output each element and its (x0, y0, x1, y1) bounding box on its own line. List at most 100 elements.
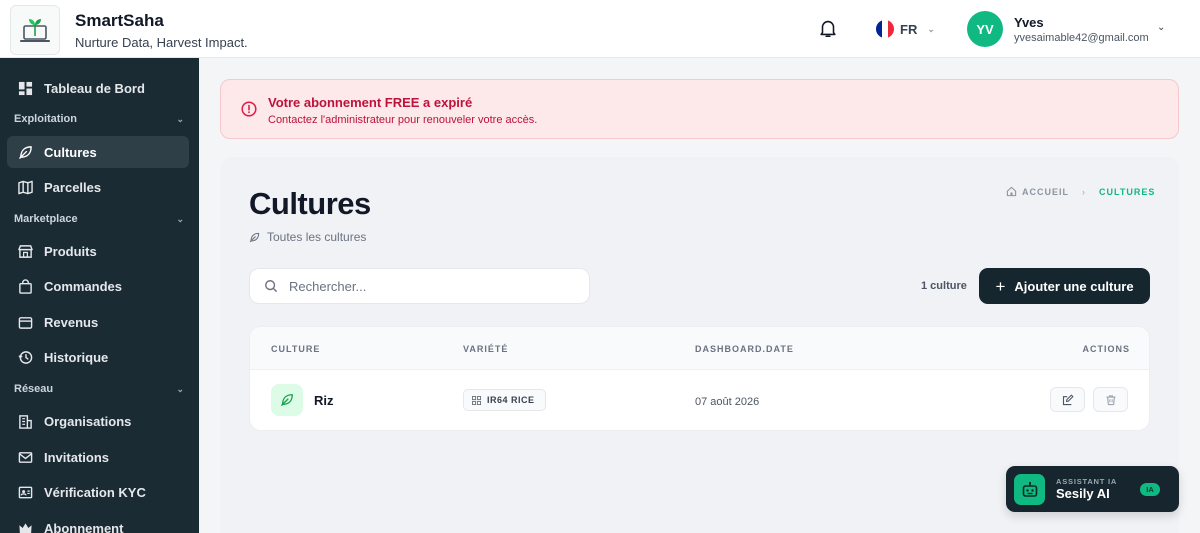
section-label: Réseau (14, 383, 54, 395)
search-input[interactable] (289, 278, 569, 294)
leaf-icon (19, 145, 32, 159)
chevron-down-icon: ⌄ (176, 213, 184, 224)
page-title: Cultures (249, 186, 371, 221)
page-subtitle: Toutes les cultures (249, 230, 366, 244)
sidebar-item-commandes[interactable]: Commandes (7, 270, 189, 302)
alert-circle-icon (241, 101, 257, 117)
add-culture-label: Ajouter une culture (1014, 278, 1134, 294)
user-email: yvesaimable42@gmail.com (1014, 32, 1149, 44)
column-header-actions: ACTIONS (1082, 344, 1130, 354)
breadcrumb-home-label: ACCUEIL (1022, 186, 1069, 197)
chevron-down-icon: ⌄ (927, 23, 935, 34)
language-selector[interactable]: FR ⌄ (876, 20, 935, 38)
subscription-expired-alert: Votre abonnement FREE a expiré Contactez… (220, 79, 1179, 139)
column-header-culture[interactable]: CULTURE (271, 344, 320, 354)
sidebar: Tableau de Bord Exploitation ⌄ Cultures … (0, 58, 199, 533)
sidebar-item-label: Commandes (44, 278, 123, 294)
sidebar-item-abonnement[interactable]: Abonnement (7, 512, 189, 533)
leaf-icon (281, 394, 293, 406)
row-date: 07 août 2026 (695, 396, 760, 408)
grid-icon (472, 395, 481, 405)
crown-icon (19, 522, 32, 533)
plus-icon: + (995, 276, 1006, 296)
sidebar-item-label: Parcelles (44, 179, 102, 195)
alert-message: Contactez l'administrateur pour renouvel… (268, 114, 538, 126)
section-label: Exploitation (14, 113, 77, 125)
bag-icon (19, 278, 32, 294)
mail-icon (18, 451, 33, 463)
sidebar-item-dashboard[interactable]: Tableau de Bord (7, 72, 189, 104)
breadcrumb-separator-icon: › (1082, 186, 1086, 197)
sidebar-item-parcelles[interactable]: Parcelles (7, 171, 189, 203)
france-flag-icon (876, 20, 894, 38)
column-header-variety[interactable]: VARIÉTÉ (463, 344, 508, 354)
chevron-down-icon: ⌄ (176, 383, 184, 394)
user-menu-chevron-icon[interactable]: ⌄ (1157, 22, 1165, 33)
section-reseau[interactable]: Réseau ⌄ (14, 383, 184, 395)
table-row[interactable]: Riz IR64 RICE 07 août 2026 (250, 370, 1149, 430)
cultures-table: CULTURE VARIÉTÉ DASHBOARD.DATE ACTIONS R… (249, 326, 1150, 431)
add-culture-button[interactable]: + Ajouter une culture (979, 268, 1150, 304)
table-header: CULTURE VARIÉTÉ DASHBOARD.DATE ACTIONS (250, 327, 1149, 370)
sidebar-item-label: Revenus (44, 314, 99, 330)
sidebar-item-revenus[interactable]: Revenus (7, 306, 189, 338)
sidebar-item-historique[interactable]: Historique (7, 341, 189, 373)
edit-icon (1062, 394, 1073, 405)
sidebar-item-label: Abonnement (44, 520, 124, 533)
sidebar-item-label: Historique (44, 349, 109, 365)
crop-name: Riz (314, 393, 334, 408)
user-name[interactable]: Yves (1014, 15, 1044, 30)
section-exploitation[interactable]: Exploitation ⌄ (14, 113, 184, 125)
column-header-date[interactable]: DASHBOARD.DATE (695, 344, 794, 354)
assistant-widget[interactable]: ASSISTANT IA Sesily AI IA (1006, 466, 1179, 512)
brand-logo[interactable] (10, 5, 60, 55)
brand-name: SmartSaha (75, 11, 164, 30)
sidebar-item-produits[interactable]: Produits (7, 235, 189, 267)
user-avatar[interactable]: YV (967, 11, 1003, 47)
alert-title: Votre abonnement FREE a expiré (268, 95, 473, 110)
trash-icon (1106, 394, 1115, 405)
breadcrumb-current: CULTURES (1099, 186, 1156, 197)
assistant-label: ASSISTANT IA (1056, 477, 1118, 486)
map-icon (18, 180, 33, 194)
chevron-down-icon: ⌄ (176, 113, 184, 124)
delete-button[interactable] (1093, 387, 1128, 412)
crop-avatar (271, 384, 303, 416)
assistant-name: Sesily AI (1056, 486, 1110, 501)
laptop-plant-icon (20, 19, 50, 42)
edit-button[interactable] (1050, 387, 1085, 412)
section-label: Marketplace (14, 213, 78, 225)
sidebar-item-label: Invitations (44, 449, 110, 465)
sidebar-item-organisations[interactable]: Organisations (7, 405, 189, 437)
sidebar-item-label: Cultures (44, 144, 97, 160)
leaf-icon (249, 232, 260, 242)
store-icon (18, 244, 33, 258)
sidebar-item-label: Tableau de Bord (44, 80, 145, 96)
sidebar-item-invitations[interactable]: Invitations (7, 441, 189, 473)
sidebar-item-label: Vérification KYC (44, 484, 146, 500)
variety-label: IR64 RICE (487, 395, 535, 405)
sidebar-item-label: Organisations (44, 413, 132, 429)
breadcrumb: ACCUEIL › CULTURES (1006, 186, 1155, 197)
sidebar-item-cultures[interactable]: Cultures (7, 136, 189, 168)
section-marketplace[interactable]: Marketplace ⌄ (14, 213, 184, 225)
sidebar-item-kyc[interactable]: Vérification KYC (7, 476, 189, 508)
history-icon (18, 350, 33, 364)
page-subtitle-text: Toutes les cultures (267, 230, 367, 244)
robot-icon (1014, 474, 1045, 505)
assistant-badge: IA (1140, 483, 1160, 496)
brand-tagline: Nurture Data, Harvest Impact. (75, 35, 248, 50)
dashboard-icon (18, 81, 33, 95)
language-code: FR (900, 21, 918, 37)
bell-icon[interactable] (817, 17, 839, 39)
building-icon (19, 414, 32, 429)
wallet-icon (18, 316, 33, 329)
culture-count: 1 culture (921, 280, 967, 292)
id-card-icon (18, 486, 33, 498)
top-header: SmartSaha Nurture Data, Harvest Impact. … (0, 0, 1200, 58)
variety-badge: IR64 RICE (463, 389, 546, 411)
search-box[interactable] (249, 268, 590, 304)
breadcrumb-home[interactable]: ACCUEIL (1006, 186, 1069, 197)
home-icon (1006, 186, 1017, 197)
sidebar-item-label: Produits (44, 243, 97, 259)
